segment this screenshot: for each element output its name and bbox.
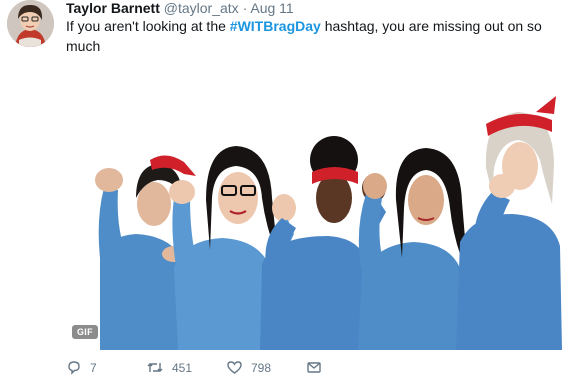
- gif-badge: GIF: [72, 325, 98, 339]
- tweet-text: If you aren't looking at the #WITBragDay…: [66, 16, 556, 56]
- retweet-icon: [147, 363, 163, 372]
- reply-icon: [68, 361, 80, 375]
- author-name[interactable]: Taylor Barnett: [66, 0, 160, 16]
- tweet-actions: 7 451 798: [66, 360, 366, 375]
- tweet-header: Taylor Barnett @taylor_atx · Aug 11: [66, 0, 294, 16]
- separator-dot: ·: [242, 0, 248, 16]
- tweet-timestamp[interactable]: Aug 11: [250, 0, 293, 16]
- avatar[interactable]: [7, 0, 54, 47]
- reply-button[interactable]: 7: [66, 360, 97, 375]
- retweet-button[interactable]: 451: [146, 360, 192, 375]
- like-button[interactable]: 798: [226, 360, 271, 375]
- message-icon: [307, 362, 321, 373]
- tweet: Taylor Barnett @taylor_atx · Aug 11 If y…: [0, 0, 575, 375]
- gif-illustration: [66, 68, 575, 350]
- author-handle[interactable]: @taylor_atx: [164, 0, 239, 16]
- hashtag-link[interactable]: #WITBragDay: [230, 18, 321, 34]
- like-count: 798: [251, 360, 272, 375]
- like-icon: [227, 361, 242, 374]
- reply-count: 7: [90, 360, 97, 375]
- gif-media[interactable]: GIF: [66, 68, 575, 350]
- retweet-count: 451: [172, 360, 193, 375]
- tweet-text-before: If you aren't looking at the: [66, 18, 230, 34]
- direct-message-button[interactable]: [306, 360, 322, 375]
